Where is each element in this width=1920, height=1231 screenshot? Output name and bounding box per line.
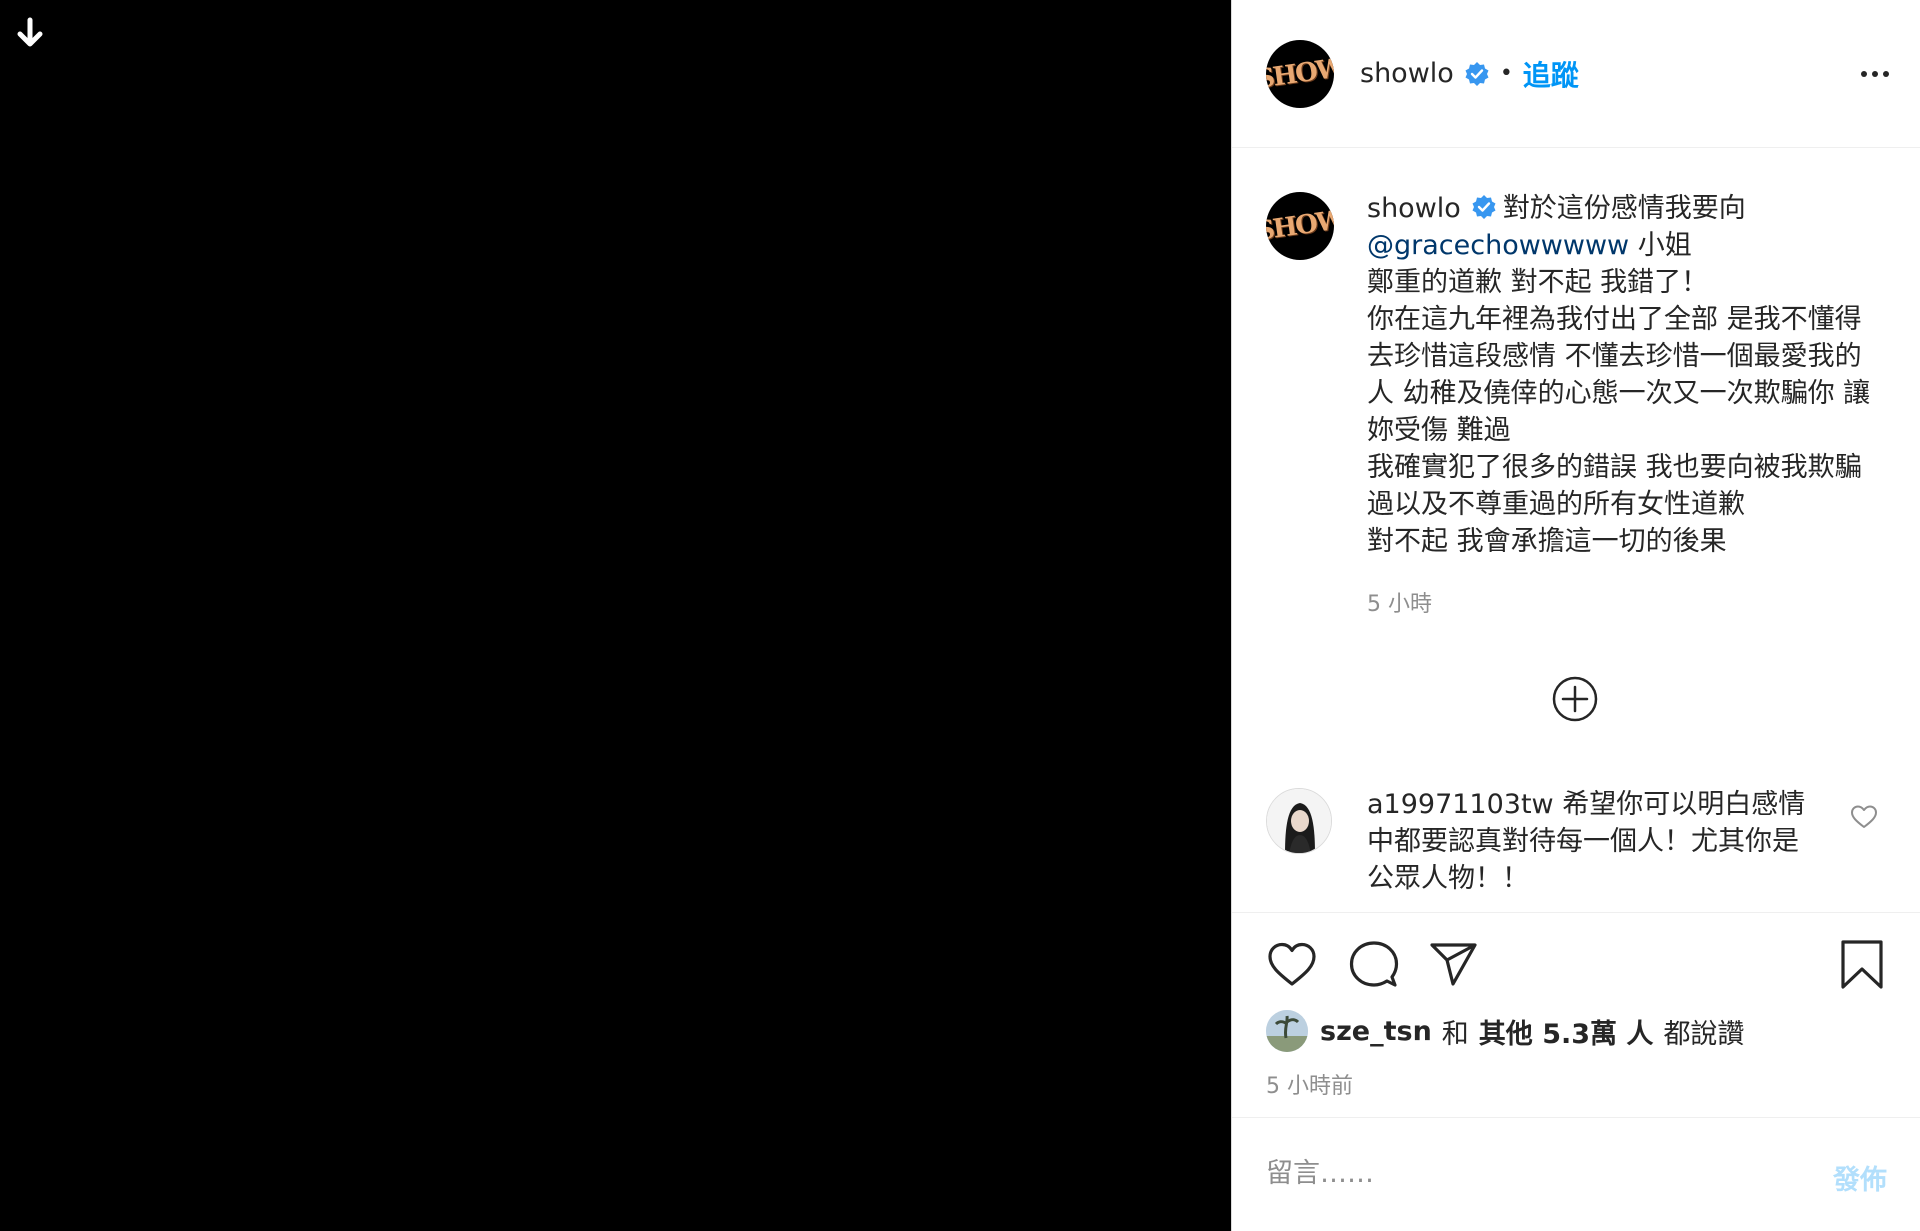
post-actions: sze_tsn 和 其他 5.3萬 人 都說讚 5 小時前 [1232,912,1920,1117]
add-comment-section: 發佈 [1232,1117,1920,1231]
header-separator: • [1499,61,1513,86]
bookmark-icon[interactable] [1836,939,1888,991]
header-username[interactable]: showlo [1360,58,1454,89]
post-comment-button[interactable]: 發佈 [1833,1158,1887,1197]
liker-avatar[interactable] [1266,1010,1308,1052]
arrow-down-icon[interactable] [14,16,46,52]
avatar[interactable]: SHOW [1266,39,1334,108]
post-caption: SHOW showlo 對於這份感情我要向 @gracechowwwww 小姐 鄭… [1266,190,1886,618]
avatar-logo-text: SHOW [1266,205,1334,247]
follow-button[interactable]: 追蹤 [1523,54,1579,94]
comment-input[interactable] [1266,1148,1786,1198]
comment-avatar[interactable] [1266,788,1332,854]
likes-summary: sze_tsn 和 其他 5.3萬 人 都說讚 [1266,1010,1744,1052]
comment-text: a19971103tw 希望你可以明白感情中都要認真對待每一個人！尤其你是公眾人… [1367,786,1817,897]
likes-connector: 和 [1441,1018,1469,1050]
comment-item: a19971103tw 希望你可以明白感情中都要認真對待每一個人！尤其你是公眾人… [1266,786,1886,897]
caption-text-rest: 小姐 鄭重的道歉 對不起 我錯了！ 你在這九年裡為我付出了全部 是我不懂得去珍惜… [1367,230,1871,557]
person-photo-icon [1267,789,1331,853]
post-side-panel: SHOW showlo • 追蹤 SHOW showlo 對於這份感情我要向 @g… [1231,0,1920,1231]
post-header: SHOW showlo • 追蹤 [1232,0,1920,148]
likes-suffix: 都說讚 [1663,1018,1745,1050]
comment-bubble-icon[interactable] [1348,939,1400,991]
caption-timestamp[interactable]: 5 小時 [1367,586,1886,618]
verified-badge-icon [1472,194,1496,219]
heart-outline-icon[interactable] [1850,804,1878,830]
post-timestamp[interactable]: 5 小時前 [1266,1068,1353,1100]
caption-avatar[interactable]: SHOW [1266,192,1334,260]
more-horizontal-icon[interactable] [1859,60,1891,88]
paper-plane-icon[interactable] [1428,939,1480,991]
caption-text-start: 對於這份感情我要向 [1502,193,1746,224]
plus-circle-icon[interactable] [1550,674,1600,724]
caption-username[interactable]: showlo [1367,193,1461,224]
verified-badge-icon [1465,61,1489,86]
likes-first-user[interactable]: sze_tsn [1320,1016,1432,1047]
post-media [0,0,1231,1231]
landscape-photo-icon [1266,1010,1308,1052]
heart-icon[interactable] [1266,939,1318,991]
comment-username[interactable]: a19971103tw [1367,789,1554,820]
likes-others-count[interactable]: 其他 5.3萬 人 [1479,1012,1654,1051]
avatar-logo-text: SHOW [1266,52,1334,95]
caption-text: showlo 對於這份感情我要向 @gracechowwwww 小姐 鄭重的道歉 … [1367,190,1886,560]
caption-mention-link[interactable]: @gracechowwwww [1367,230,1629,261]
